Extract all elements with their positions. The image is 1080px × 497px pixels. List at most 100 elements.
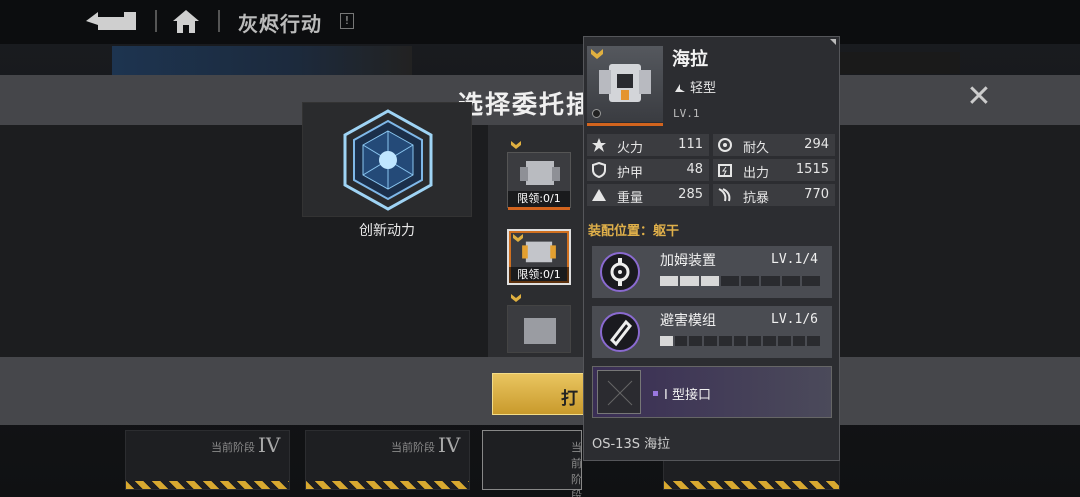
mech-icon: [520, 161, 560, 185]
stat-value: 111: [678, 137, 703, 152]
top-bar: 灰烬行动 !: [0, 0, 1080, 44]
stat-label: 抗暴: [743, 191, 770, 206]
stat-crit-resist: 抗暴 770: [713, 184, 835, 206]
interface-slot-text: I 型接口: [664, 388, 711, 403]
progress-segment: [792, 336, 806, 346]
corner-marker: [830, 39, 836, 45]
confirm-label: 打: [561, 389, 578, 409]
progress-segment: [704, 336, 717, 346]
core-card[interactable]: [302, 102, 472, 217]
stage-card[interactable]: 当前阶段 IV: [305, 430, 470, 490]
progress-segment: [761, 276, 780, 286]
gam-device-icon: [600, 252, 640, 292]
output-icon: [718, 164, 732, 177]
progress-segment: [801, 276, 820, 286]
progress-segment: [748, 336, 762, 346]
rank-chevron-icon: [511, 141, 521, 149]
progress-segment: [741, 276, 760, 286]
stat-durability: 耐久 294: [713, 134, 835, 156]
stage-value: IV: [258, 433, 281, 457]
limit-label: 限领:0/1: [509, 267, 569, 283]
stat-label: 护甲: [617, 166, 644, 181]
progress-segment: [733, 336, 747, 346]
unit-slot-selected[interactable]: 限领:0/1: [507, 229, 571, 285]
equip-position: 装配位置：躯干: [588, 224, 680, 239]
evasion-module-icon: [600, 312, 640, 352]
stage-label: 当前阶段: [211, 441, 255, 454]
stat-label: 出力: [743, 166, 770, 181]
stat-value: 294: [804, 137, 829, 152]
rank-chevron-icon: [511, 294, 521, 302]
progress-segment: [689, 336, 703, 346]
empty-slot-icon: [597, 370, 641, 414]
stat-weight: 重量 285: [587, 184, 709, 206]
divider: [155, 10, 157, 32]
module-card[interactable]: 避害模组 LV.1/6: [592, 306, 832, 358]
limit-label: 限领:0/1: [508, 191, 570, 207]
unit-class-label: 轻型: [690, 81, 717, 96]
module-card[interactable]: 加姆装置 LV.1/4: [592, 246, 832, 298]
progress-segment: [720, 276, 739, 286]
progress-segment: [763, 336, 776, 346]
model-id: OS-13S 海拉: [592, 437, 671, 452]
unit-name: 海拉: [672, 49, 708, 70]
interface-slot[interactable]: I 型接口: [592, 366, 832, 418]
stat-value: 285: [678, 187, 703, 202]
progress-segment: [781, 276, 800, 286]
page-title: 灰烬行动: [238, 12, 322, 36]
stat-label: 重量: [617, 191, 644, 206]
armor-icon: [592, 162, 606, 178]
hazard-stripe: [664, 481, 839, 489]
module-name: 加姆装置: [660, 253, 716, 269]
stat-value: 48: [686, 162, 703, 177]
unit-info-panel: 海拉 轻型 LV.1 火力 111 耐久 294 护甲 48 出力 1515 重…: [583, 36, 840, 461]
stage-label: 当前阶段: [391, 441, 435, 454]
module-progress: [660, 276, 820, 286]
modal-title: 选择委托插: [458, 90, 594, 119]
unit-slot[interactable]: [507, 294, 571, 353]
light-class-icon: [675, 84, 685, 92]
stat-firepower: 火力 111: [587, 134, 709, 156]
progress-segment: [777, 336, 791, 346]
background-banner: [840, 52, 960, 74]
hazard-stripe: [306, 481, 469, 489]
durability-icon: [718, 138, 732, 152]
progress-segment: [718, 336, 732, 346]
stage-card[interactable]: 当前阶段 IV: [125, 430, 290, 490]
rank-chevron-icon: [591, 49, 603, 59]
stat-value: 770: [804, 187, 829, 202]
stage-label: 当前阶段: [571, 441, 582, 497]
back-arrow-icon[interactable]: [84, 10, 138, 32]
stage-card-row: 当前阶段 IV 当前阶段 IV 当前阶段: [0, 420, 1080, 497]
progress-segment: [680, 276, 699, 286]
close-icon[interactable]: ✕: [965, 82, 993, 112]
module-name: 避害模组: [660, 313, 716, 329]
mech-icon: [524, 318, 556, 344]
progress-segment: [660, 276, 679, 286]
unit-class: 轻型: [674, 77, 716, 96]
stat-label: 火力: [617, 141, 644, 156]
progress-segment: [660, 336, 673, 346]
alert-icon[interactable]: !: [340, 13, 354, 29]
stage-card[interactable]: 当前阶段: [482, 430, 582, 497]
progress-segment: [674, 336, 688, 346]
module-level: LV.1/4: [771, 252, 818, 267]
rank-chevron-icon: [513, 234, 523, 242]
stage-value: IV: [438, 433, 461, 457]
hexagon-core-icon: [343, 109, 433, 211]
divider: [218, 10, 220, 32]
unit-level: LV.1: [673, 107, 700, 120]
crit-resist-icon: [718, 188, 731, 202]
unit-slot[interactable]: 限领:0/1: [507, 141, 571, 210]
status-dot: [592, 109, 601, 118]
unit-portrait: [587, 46, 663, 126]
confirm-button[interactable]: 打: [492, 373, 587, 415]
modal-header: 选择委托插 ✕: [0, 75, 1080, 125]
firepower-icon: [592, 138, 606, 152]
rarity-bar: [508, 207, 570, 210]
interface-slot-label: I 型接口: [653, 384, 711, 403]
stat-value: 1515: [795, 162, 829, 177]
core-name: 创新动力: [359, 223, 415, 239]
stat-output: 出力 1515: [713, 159, 835, 181]
home-icon[interactable]: [172, 8, 200, 34]
